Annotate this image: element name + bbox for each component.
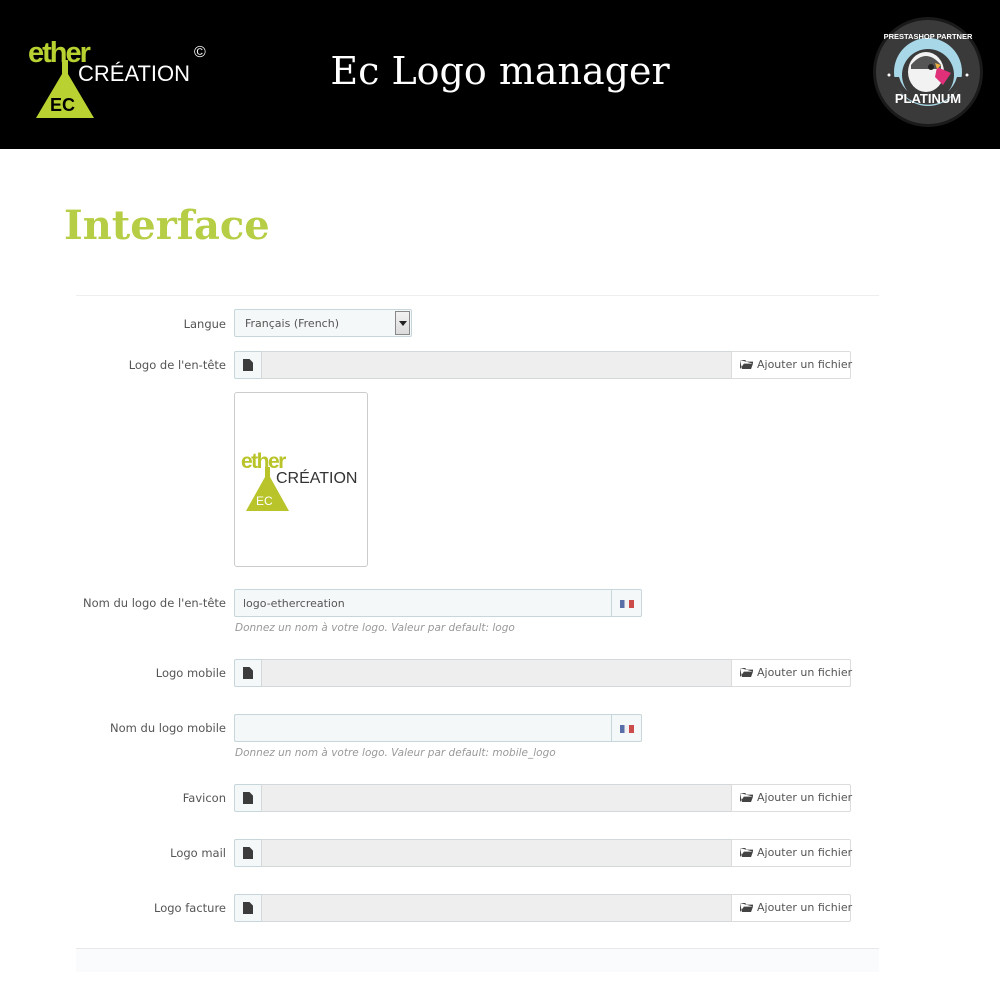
- mail-logo-path-field[interactable]: [261, 839, 732, 867]
- mobile-logo-file-input[interactable]: Ajouter un fichier: [234, 659, 853, 687]
- chevron-down-icon[interactable]: [395, 311, 410, 335]
- prestashop-partner-badge: PLATINUM PRESTASHOP PARTNER: [873, 17, 983, 127]
- panel-footer: [76, 948, 879, 972]
- badge-top-text: PRESTASHOP PARTNER: [884, 32, 973, 41]
- preview-word-creation: CRÉATION: [276, 470, 358, 487]
- invoice-logo-path-field[interactable]: [261, 894, 732, 922]
- app-title: Ec Logo manager: [330, 49, 670, 93]
- badge-bottom-text: PLATINUM: [895, 91, 961, 106]
- add-file-label: Ajouter un fichier: [757, 666, 853, 679]
- header-logo-file-input[interactable]: Ajouter un fichier: [234, 351, 853, 379]
- file-icon-box: [234, 839, 261, 867]
- mobile-logo-add-file-button[interactable]: Ajouter un fichier: [731, 659, 853, 687]
- french-flag-icon: [620, 600, 634, 608]
- folder-open-icon: [740, 793, 753, 802]
- mobile-logo-path-field[interactable]: [261, 659, 732, 687]
- file-icon: [243, 667, 253, 679]
- header-logo-label: Logo de l'en-tête: [128, 358, 226, 372]
- language-selected-value: Français (French): [245, 317, 339, 330]
- invoice-logo-file-input[interactable]: Ajouter un fichier: [234, 894, 853, 922]
- preview-mark-ec: EC: [256, 494, 273, 508]
- mail-logo-add-file-button[interactable]: Ajouter un fichier: [731, 839, 853, 867]
- folder-open-icon: [740, 360, 753, 369]
- mobile-logo-name-help: Donnez un nom à votre logo. Valeur par d…: [235, 747, 556, 759]
- divider: [76, 295, 879, 296]
- header-logo-name-group: [234, 589, 642, 617]
- file-icon: [243, 902, 253, 914]
- language-flag-button[interactable]: [611, 714, 642, 742]
- folder-open-icon: [740, 848, 753, 857]
- language-label: Langue: [183, 317, 226, 331]
- mobile-logo-name-group: [234, 714, 642, 742]
- add-file-label: Ajouter un fichier: [757, 846, 853, 859]
- file-icon-box: [234, 784, 261, 812]
- mobile-logo-label: Logo mobile: [155, 666, 226, 680]
- file-icon-box: [234, 894, 261, 922]
- favicon-file-input[interactable]: Ajouter un fichier: [234, 784, 853, 812]
- folder-open-icon: [740, 903, 753, 912]
- add-file-label: Ajouter un fichier: [757, 791, 853, 804]
- add-file-label: Ajouter un fichier: [757, 358, 853, 371]
- file-icon: [243, 792, 253, 804]
- header-logo-name-input[interactable]: [234, 589, 612, 617]
- invoice-logo-label: Logo facture: [154, 901, 226, 915]
- french-flag-icon: [620, 725, 634, 733]
- file-icon: [243, 359, 253, 371]
- language-select[interactable]: Français (French): [234, 309, 412, 337]
- header-logo-preview: ether CRÉATION EC: [234, 392, 368, 567]
- mail-logo-file-input[interactable]: Ajouter un fichier: [234, 839, 853, 867]
- section-title: Interface: [64, 202, 270, 249]
- mobile-logo-name-label: Nom du logo mobile: [110, 721, 226, 735]
- language-flag-button[interactable]: [611, 589, 642, 617]
- header-logo-add-file-button[interactable]: Ajouter un fichier: [731, 351, 853, 379]
- puffin-icon: PLATINUM PRESTASHOP PARTNER: [884, 32, 973, 106]
- header-logo-name-label: Nom du logo de l'en-tête: [82, 596, 226, 610]
- mobile-logo-name-input[interactable]: [234, 714, 612, 742]
- favicon-path-field[interactable]: [261, 784, 732, 812]
- favicon-label: Favicon: [182, 791, 226, 805]
- header-banner: ether CRÉATION © EC Ec Logo manager PLAT…: [0, 0, 1000, 149]
- add-file-label: Ajouter un fichier: [757, 901, 853, 914]
- header-logo-name-help: Donnez un nom à votre logo. Valeur par d…: [235, 622, 515, 634]
- mail-logo-label: Logo mail: [170, 846, 226, 860]
- file-icon: [243, 847, 253, 859]
- header-logo-path-field[interactable]: [261, 351, 732, 379]
- favicon-add-file-button[interactable]: Ajouter un fichier: [731, 784, 853, 812]
- file-icon-box: [234, 659, 261, 687]
- invoice-logo-add-file-button[interactable]: Ajouter un fichier: [731, 894, 853, 922]
- file-icon-box: [234, 351, 261, 379]
- folder-open-icon: [740, 668, 753, 677]
- brand-mark-ec: EC: [50, 95, 76, 115]
